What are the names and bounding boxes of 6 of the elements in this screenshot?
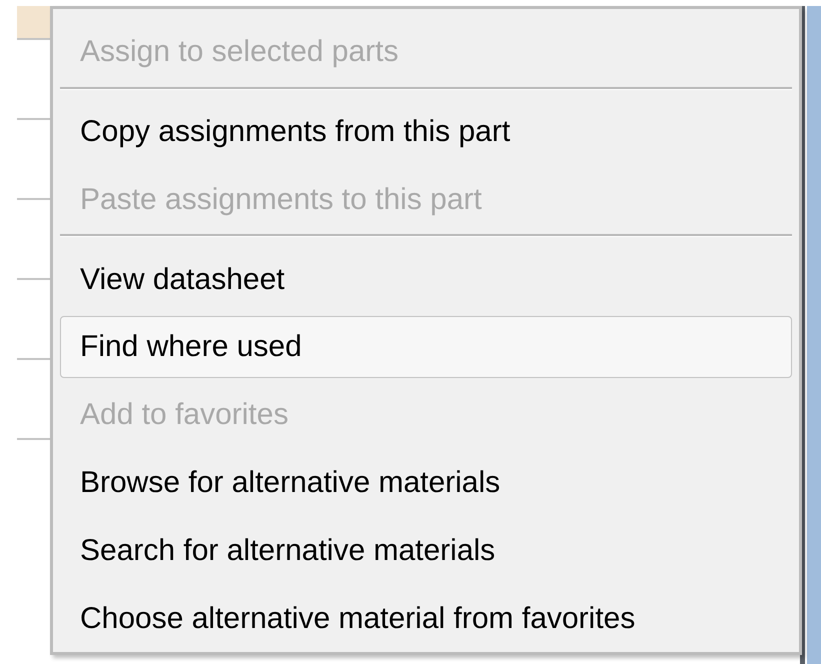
menu-item[interactable]: Copy assignments from this part: [60, 100, 792, 163]
menu-item[interactable]: Choose alternative material from favorites: [60, 587, 792, 649]
menu-item[interactable]: Find where used: [60, 316, 792, 378]
menu-item[interactable]: Search for alternative materials: [60, 519, 792, 582]
menu-item[interactable]: Browse for alternative materials: [60, 452, 792, 514]
menu-item[interactable]: View datasheet: [60, 248, 792, 310]
